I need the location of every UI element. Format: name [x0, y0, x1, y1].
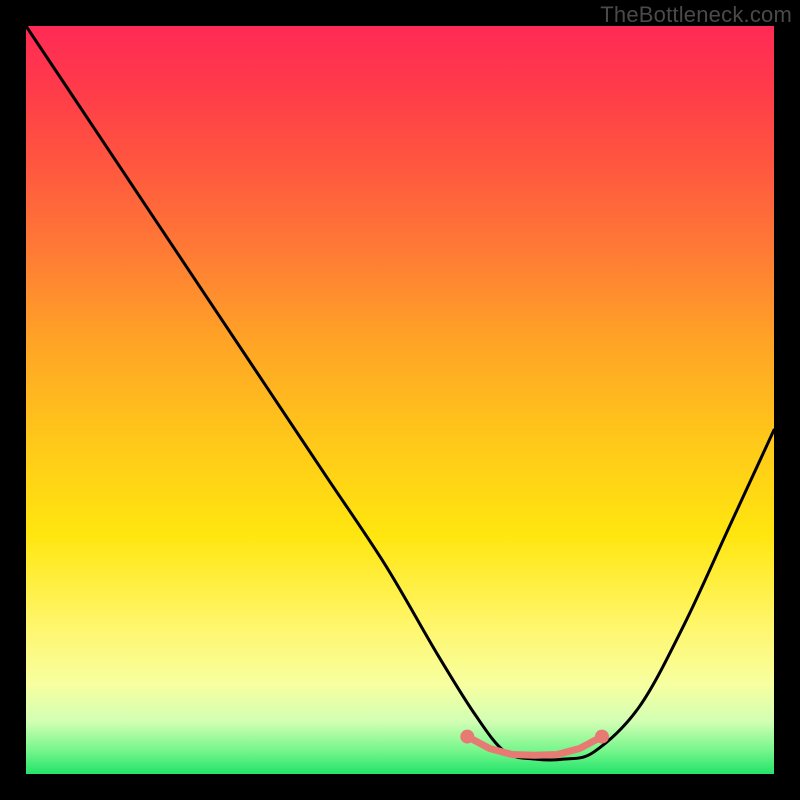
chart-frame: TheBottleneck.com: [0, 0, 800, 800]
highlight-band-end-dot: [595, 730, 609, 744]
watermark-text: TheBottleneck.com: [600, 2, 792, 28]
plot-area: [26, 26, 774, 774]
curve-svg: [26, 26, 774, 774]
highlight-band-start-dot: [460, 730, 474, 744]
bottleneck-curve: [26, 26, 774, 760]
highlight-band: [460, 730, 609, 756]
highlight-band-line: [467, 737, 602, 756]
